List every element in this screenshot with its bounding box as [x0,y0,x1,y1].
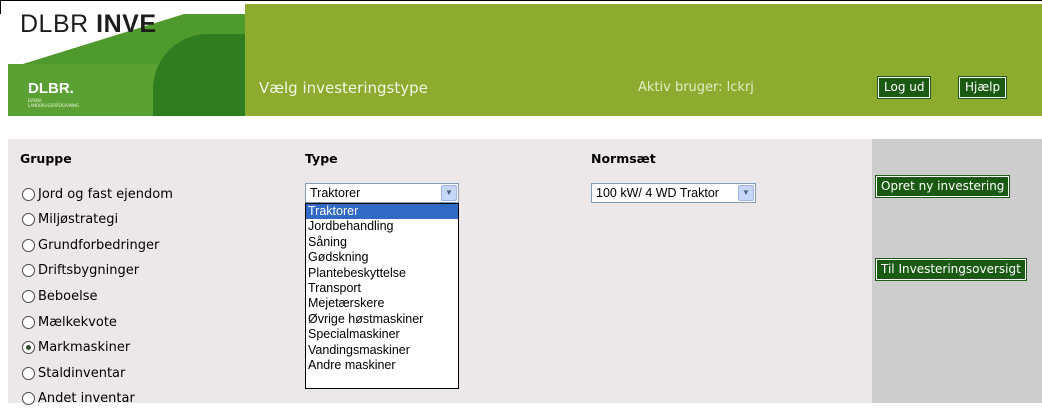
header-bar: DLBR INVE DLBR. DANSK LANDBRUGSRÅDGIVNIN… [8,4,1042,116]
group-option-label: Andet inventar [38,391,135,407]
type-select[interactable]: Traktorer ▼ [305,183,459,203]
selection-form: Gruppe Type Normsæt Jord og fast ejendom… [8,139,872,406]
radio-button[interactable] [22,264,35,278]
group-option-label: Grundforbedringer [38,237,160,253]
type-option[interactable]: Traktorer [306,204,458,220]
dlbr-logo: DLBR. [28,80,74,97]
type-option[interactable]: Såning [306,235,458,250]
group-option[interactable]: Mælkekvote [22,312,117,332]
radio-button[interactable] [22,187,35,201]
active-user-label: Aktiv bruger: lckrj [638,80,754,95]
type-dropdown-list: Traktorer Jordbehandling Såning Gødskning Pl… [305,203,459,389]
create-investment-button[interactable]: Opret ny investering [874,175,1011,198]
app-title: DLBR INVE [20,10,157,38]
group-option[interactable]: Markmaskiner [22,338,130,358]
radio-button[interactable] [22,392,35,406]
chevron-down-icon[interactable]: ▼ [441,185,457,201]
logout-button[interactable]: Log ud [876,76,932,99]
radio-button[interactable] [22,341,35,355]
type-option[interactable]: Øvrige høstmaskiner [306,312,458,327]
type-option[interactable]: Jordbehandling [306,219,458,234]
investment-overview-button[interactable]: Til Investeringsoversigt [875,258,1027,281]
group-option-label: Jord og fast ejendom [38,186,173,202]
type-column-label: Type [305,151,338,166]
radio-button[interactable] [22,315,35,329]
norm-select[interactable]: 100 kW/ 4 WD Traktor ▼ [591,183,756,203]
type-option[interactable]: Mejetærskere [306,296,458,311]
group-option-label: Miljøstrategi [38,212,119,228]
radio-button[interactable] [22,289,35,303]
chevron-down-icon[interactable]: ▼ [738,185,754,201]
radio-button[interactable] [22,238,35,252]
group-option[interactable]: Miljøstrategi [22,210,118,230]
type-option[interactable]: Gødskning [306,250,458,265]
group-option-label: Beboelse [38,288,98,304]
group-column-label: Gruppe [20,151,72,166]
group-option-label: Driftsbygninger [38,263,140,279]
group-option[interactable]: Beboelse [22,286,98,306]
group-option[interactable]: Driftsbygninger [22,261,139,281]
help-button[interactable]: Hjælp [957,76,1008,99]
radio-button[interactable] [22,366,35,380]
dlbr-logo-subtext: DANSK LANDBRUGSRÅDGIVNING [28,98,80,108]
logo-area: DLBR INVE DLBR. DANSK LANDBRUGSRÅDGIVNIN… [8,4,245,116]
group-option[interactable]: Grundforbedringer [22,235,159,255]
type-option[interactable]: Andre maskiner [306,358,458,373]
type-option[interactable]: Specialmaskiner [306,327,458,342]
corner-mark [0,0,1,14]
type-option[interactable]: Transport [306,281,458,296]
norm-select-value: 100 kW/ 4 WD Traktor [596,186,719,200]
group-option-label: Staldinventar [38,365,126,381]
type-select-value: Traktorer [310,186,361,200]
top-border [0,0,1042,1]
type-option[interactable]: Plantebeskyttelse [306,266,458,281]
page-heading: Vælg investeringstype [259,79,428,97]
group-option[interactable]: Andet inventar [22,389,135,409]
norm-column-label: Normsæt [591,151,656,166]
group-option[interactable]: Jord og fast ejendom [22,184,173,204]
group-option-label: Markmaskiner [38,340,131,356]
group-option[interactable]: Staldinventar [22,363,125,383]
group-option-label: Mælkekvote [38,314,117,330]
type-option[interactable]: Vandingsmaskiner [306,343,458,358]
radio-button[interactable] [22,213,35,227]
